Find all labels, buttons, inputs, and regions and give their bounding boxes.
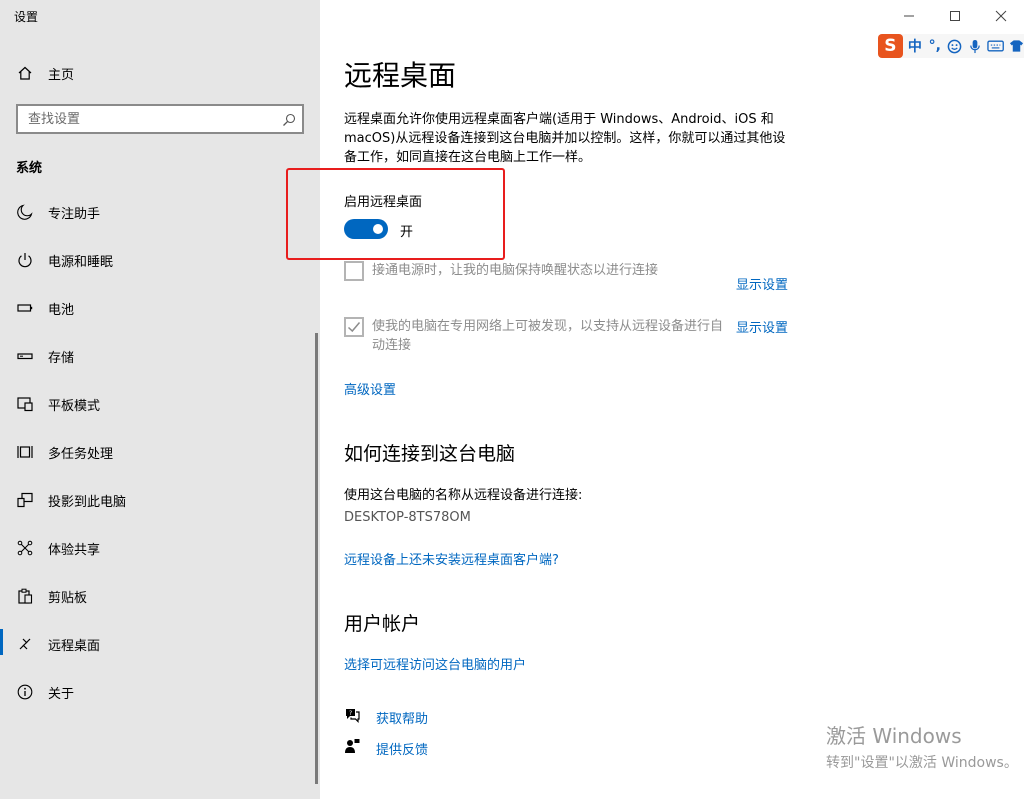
sidebar-item-project-to-pc[interactable]: 投影到此电脑 [0,480,320,520]
sidebar-item-label: 电池 [48,302,75,318]
section-title: 系统 [16,161,43,176]
show-settings-link-2[interactable]: 显示设置 [736,317,788,336]
storage-icon [16,347,34,365]
project-icon [16,491,34,509]
battery-icon [16,299,34,317]
tablet-mode-icon [16,395,34,413]
connect-heading: 如何连接到这台电脑 [344,443,516,465]
client-not-installed-link[interactable]: 远程设备上还未安装远程桌面客户端? [344,549,559,568]
sidebar-item-storage[interactable]: 存储 [0,336,320,376]
search-icon[interactable] [282,112,296,126]
give-feedback-link[interactable]: 提供反馈 [376,739,428,758]
sidebar-item-label: 多任务处理 [48,446,114,462]
toggle-knob [373,224,383,234]
get-help-link[interactable]: 获取帮助 [376,708,428,727]
search-input[interactable] [18,106,268,132]
sidebar: 设置 主页 系统 专注助手 电源和睡眠 [0,0,320,799]
sidebar-item-shared-experiences[interactable]: 体验共享 [0,528,320,568]
page-title: 远程桌面 [344,59,457,92]
discoverable-checkbox[interactable] [344,317,364,337]
sidebar-item-label: 电源和睡眠 [48,254,114,270]
sidebar-item-battery[interactable]: 电池 [0,288,320,328]
shared-experience-icon [16,539,34,557]
sidebar-item-label: 体验共享 [48,542,101,558]
sidebar-item-label: 专注助手 [48,206,101,222]
sidebar-item-tablet-mode[interactable]: 平板模式 [0,384,320,424]
sidebar-item-remote-desktop[interactable]: 远程桌面 [0,624,320,664]
search-box[interactable] [16,104,304,134]
page-description: 远程桌面允许你使用远程桌面客户端(适用于 Windows、Android、iOS… [344,112,786,165]
main-content: 远程桌面 远程桌面允许你使用远程桌面客户端(适用于 Windows、Androi… [286,0,1004,799]
get-help-row[interactable]: ? 获取帮助 [344,707,428,727]
power-icon [16,251,34,269]
remote-desktop-icon [16,635,34,653]
svg-text:?: ? [349,710,352,717]
sidebar-item-label: 主页 [48,67,75,83]
highlight-box [286,168,505,260]
watermark-line-2: 转到"设置"以激活 Windows。 [826,755,1018,771]
connect-instructions: 使用这台电脑的名称从远程设备进行连接: [344,488,583,503]
skin-icon[interactable] [1008,39,1024,53]
discoverable-text: 使我的电脑在专用网络上可被发现，以支持从远程设备进行自动连接 [372,319,724,353]
sidebar-item-label: 远程桌面 [48,638,101,654]
sidebar-item-label: 剪贴板 [48,590,88,606]
sidebar-item-power-sleep[interactable]: 电源和睡眠 [0,240,320,280]
moon-icon [16,203,34,221]
window-title: 设置 [14,10,39,24]
home-icon [16,64,34,82]
help-chat-icon: ? [344,707,360,727]
feedback-row[interactable]: 提供反馈 [344,738,428,758]
sidebar-scrollbar[interactable] [315,333,318,784]
toggle-state-text: 开 [400,225,414,240]
info-icon [16,683,34,701]
remote-desktop-toggle[interactable] [344,219,388,239]
sidebar-item-label: 投影到此电脑 [48,494,127,510]
sidebar-item-label: 存储 [48,350,75,366]
settings-window: 设置 主页 系统 专注助手 电源和睡眠 [0,0,1024,799]
advanced-settings-link[interactable]: 高级设置 [344,379,396,398]
accounts-heading: 用户帐户 [344,613,421,635]
show-settings-link-1[interactable]: 显示设置 [736,274,788,293]
multitasking-icon [16,443,34,461]
activate-windows-watermark: 激活 Windows 转到"设置"以激活 Windows。 [826,720,1018,772]
keep-awake-checkbox[interactable] [344,261,364,281]
watermark-line-1: 激活 Windows [826,724,962,748]
feedback-person-icon [344,738,360,758]
sidebar-item-label: 关于 [48,686,75,702]
sidebar-item-clipboard[interactable]: 剪贴板 [0,576,320,616]
pc-name: DESKTOP-8TS78OM [344,510,471,525]
select-users-link[interactable]: 选择可远程访问这台电脑的用户 [344,654,526,673]
sidebar-item-label: 平板模式 [48,398,101,414]
sidebar-item-focus-assist[interactable]: 专注助手 [0,192,320,232]
sidebar-item-home[interactable]: 主页 [0,58,320,88]
clipboard-icon [16,587,34,605]
sidebar-item-about[interactable]: 关于 [0,672,320,712]
toggle-label: 启用远程桌面 [344,195,423,210]
keep-awake-text: 接通电源时，让我的电脑保持唤醒状态以进行连接 [372,263,659,278]
sidebar-item-multitasking[interactable]: 多任务处理 [0,432,320,472]
